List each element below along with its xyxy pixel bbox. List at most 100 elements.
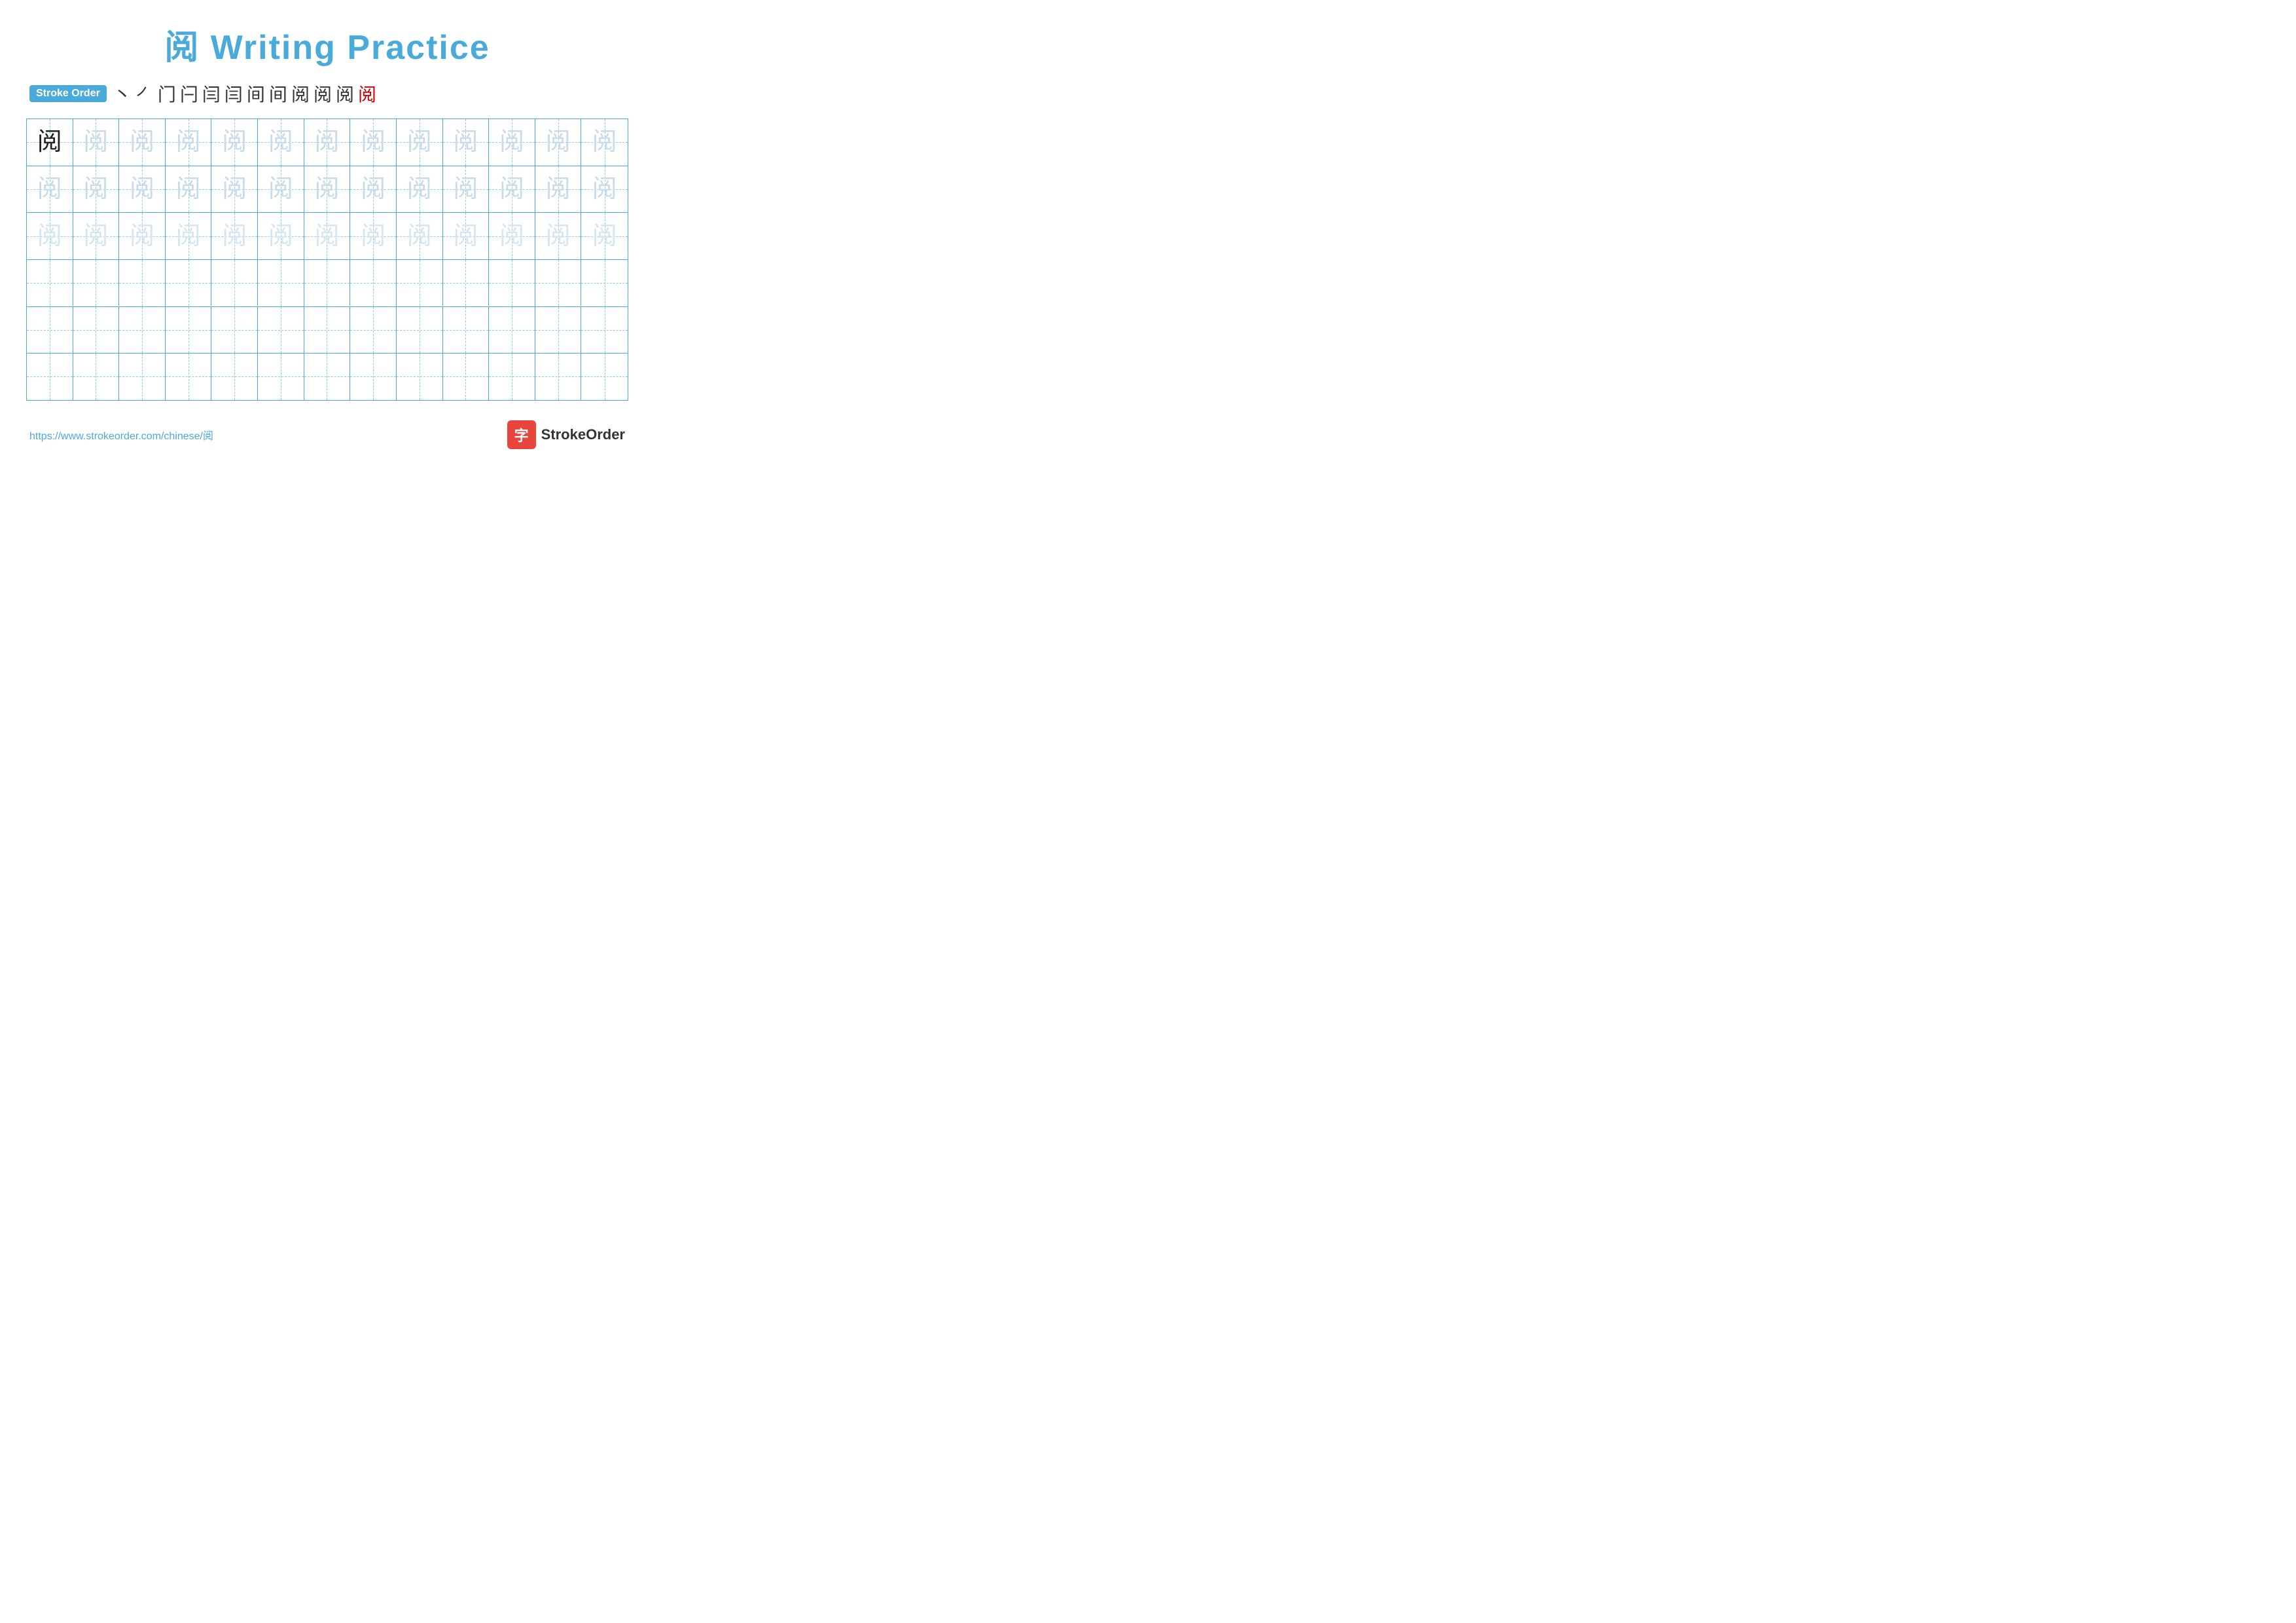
cell-6-4[interactable] — [166, 354, 212, 400]
cell-6-13[interactable] — [581, 354, 628, 400]
cell-4-8[interactable] — [350, 260, 397, 306]
cell-3-6[interactable]: 阅 — [258, 213, 304, 259]
char-light1: 阅 — [130, 130, 154, 155]
cell-1-7[interactable]: 阅 — [304, 119, 351, 166]
cell-6-10[interactable] — [443, 354, 490, 400]
cell-3-9[interactable]: 阅 — [397, 213, 443, 259]
cell-2-11[interactable]: 阅 — [489, 166, 535, 213]
cell-1-9[interactable]: 阅 — [397, 119, 443, 166]
cell-4-7[interactable] — [304, 260, 351, 306]
cell-5-10[interactable] — [443, 307, 490, 354]
cell-3-10[interactable]: 阅 — [443, 213, 490, 259]
cell-5-8[interactable] — [350, 307, 397, 354]
cell-4-13[interactable] — [581, 260, 628, 306]
cell-2-1[interactable]: 阅 — [27, 166, 73, 213]
cell-4-3[interactable] — [119, 260, 166, 306]
cell-6-2[interactable] — [73, 354, 120, 400]
cell-3-1[interactable]: 阅 — [27, 213, 73, 259]
cell-3-11[interactable]: 阅 — [489, 213, 535, 259]
char-light1: 阅 — [314, 130, 339, 155]
cell-5-12[interactable] — [535, 307, 582, 354]
char-light1: 阅 — [222, 177, 247, 202]
char-light1: 阅 — [499, 130, 524, 155]
cell-2-2[interactable]: 阅 — [73, 166, 120, 213]
cell-2-13[interactable]: 阅 — [581, 166, 628, 213]
stroke-10: 阅 — [314, 81, 332, 107]
cell-5-11[interactable] — [489, 307, 535, 354]
cell-2-8[interactable]: 阅 — [350, 166, 397, 213]
cell-6-3[interactable] — [119, 354, 166, 400]
cell-4-4[interactable] — [166, 260, 212, 306]
cell-2-6[interactable]: 阅 — [258, 166, 304, 213]
cell-5-9[interactable] — [397, 307, 443, 354]
cell-2-7[interactable]: 阅 — [304, 166, 351, 213]
cell-5-3[interactable] — [119, 307, 166, 354]
cell-5-4[interactable] — [166, 307, 212, 354]
char-light1: 阅 — [453, 130, 478, 155]
cell-5-2[interactable] — [73, 307, 120, 354]
cell-1-6[interactable]: 阅 — [258, 119, 304, 166]
cell-1-8[interactable]: 阅 — [350, 119, 397, 166]
cell-6-6[interactable] — [258, 354, 304, 400]
cell-4-5[interactable] — [211, 260, 258, 306]
cell-2-9[interactable]: 阅 — [397, 166, 443, 213]
cell-4-11[interactable] — [489, 260, 535, 306]
cell-3-12[interactable]: 阅 — [535, 213, 582, 259]
char-light2: 阅 — [176, 224, 201, 249]
char-light2: 阅 — [407, 224, 432, 249]
logo-icon: 字 — [507, 420, 536, 449]
cell-3-7[interactable]: 阅 — [304, 213, 351, 259]
cell-1-3[interactable]: 阅 — [119, 119, 166, 166]
cell-6-12[interactable] — [535, 354, 582, 400]
cell-4-10[interactable] — [443, 260, 490, 306]
cell-5-1[interactable] — [27, 307, 73, 354]
cell-1-12[interactable]: 阅 — [535, 119, 582, 166]
cell-1-1[interactable]: 阅 — [27, 119, 73, 166]
cell-4-9[interactable] — [397, 260, 443, 306]
cell-1-10[interactable]: 阅 — [443, 119, 490, 166]
cell-6-9[interactable] — [397, 354, 443, 400]
cell-5-6[interactable] — [258, 307, 304, 354]
cell-2-10[interactable]: 阅 — [443, 166, 490, 213]
char-light1: 阅 — [546, 130, 571, 155]
cell-1-5[interactable]: 阅 — [211, 119, 258, 166]
cell-5-13[interactable] — [581, 307, 628, 354]
char-light1: 阅 — [453, 177, 478, 202]
cell-3-2[interactable]: 阅 — [73, 213, 120, 259]
cell-2-5[interactable]: 阅 — [211, 166, 258, 213]
cell-1-4[interactable]: 阅 — [166, 119, 212, 166]
grid-row-3: 阅 阅 阅 阅 阅 阅 阅 阅 阅 阅 阅 阅 阅 — [27, 213, 628, 260]
cell-6-5[interactable] — [211, 354, 258, 400]
cell-4-2[interactable] — [73, 260, 120, 306]
cell-3-5[interactable]: 阅 — [211, 213, 258, 259]
cell-2-12[interactable]: 阅 — [535, 166, 582, 213]
char-light2: 阅 — [314, 224, 339, 249]
cell-3-3[interactable]: 阅 — [119, 213, 166, 259]
grid-row-5 — [27, 307, 628, 354]
char-light2: 阅 — [268, 224, 293, 249]
cell-2-4[interactable]: 阅 — [166, 166, 212, 213]
cell-2-3[interactable]: 阅 — [119, 166, 166, 213]
char-light2: 阅 — [499, 224, 524, 249]
char-light1: 阅 — [130, 177, 154, 202]
char-light1: 阅 — [176, 177, 201, 202]
cell-6-11[interactable] — [489, 354, 535, 400]
char-light2: 阅 — [222, 224, 247, 249]
cell-1-2[interactable]: 阅 — [73, 119, 120, 166]
cell-3-4[interactable]: 阅 — [166, 213, 212, 259]
cell-6-7[interactable] — [304, 354, 351, 400]
cell-4-6[interactable] — [258, 260, 304, 306]
char-light1: 阅 — [592, 130, 617, 155]
cell-3-13[interactable]: 阅 — [581, 213, 628, 259]
cell-1-13[interactable]: 阅 — [581, 119, 628, 166]
cell-6-1[interactable] — [27, 354, 73, 400]
cell-6-8[interactable] — [350, 354, 397, 400]
cell-3-8[interactable]: 阅 — [350, 213, 397, 259]
stroke-sequence: 丶 ㇒ 门 闩 闫 闫 间 间 阅 阅 阅 阅 — [113, 81, 376, 107]
cell-4-12[interactable] — [535, 260, 582, 306]
cell-4-1[interactable] — [27, 260, 73, 306]
cell-5-7[interactable] — [304, 307, 351, 354]
cell-1-11[interactable]: 阅 — [489, 119, 535, 166]
char-light1: 阅 — [314, 177, 339, 202]
cell-5-5[interactable] — [211, 307, 258, 354]
